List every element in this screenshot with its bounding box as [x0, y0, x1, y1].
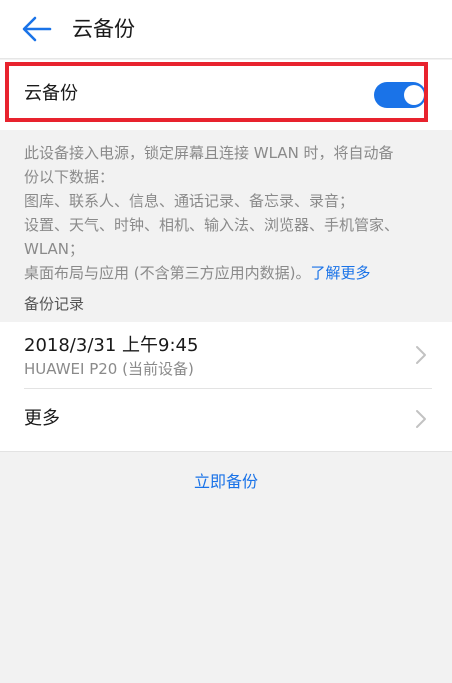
more-records-row[interactable]: 更多 [0, 389, 452, 451]
back-button[interactable] [20, 14, 54, 44]
page-title: 云备份 [72, 17, 135, 41]
backup-records-header: 备份记录 [24, 295, 85, 313]
backup-description: 此设备接入电源，锁定屏幕且连接 WLAN 时，将自动备 份以下数据： 图库、联系… [24, 141, 432, 285]
backup-record-row[interactable]: 2018/3/31 上午9:45 HUAWEI P20 (当前设备) [0, 322, 452, 388]
learn-more-link[interactable]: 了解更多 [310, 264, 370, 282]
description-line: WLAN； [24, 240, 85, 258]
description-line: 份以下数据： [24, 168, 115, 186]
description-line: 此设备接入电源，锁定屏幕且连接 WLAN 时，将自动备 [24, 144, 394, 162]
toggle-knob [404, 85, 424, 105]
list-bottom-divider [0, 451, 452, 452]
backup-now-button[interactable]: 立即备份 [156, 468, 296, 496]
record-device: HUAWEI P20 (当前设备) [24, 360, 194, 378]
more-label: 更多 [24, 408, 60, 429]
description-text: 桌面布局与应用 (不含第三方应用内数据)。 [24, 264, 311, 282]
description-line: 图库、联系人、信息、通话记录、备忘录、录音； [24, 192, 355, 210]
chevron-right-icon [416, 410, 426, 428]
cloud-backup-label: 云备份 [24, 83, 78, 104]
arrow-left-icon [22, 16, 52, 42]
cloud-backup-toggle[interactable] [374, 82, 426, 108]
description-line: 设置、天气、时钟、相机、输入法、浏览器、手机管家、 [24, 216, 400, 234]
top-app-bar: 云备份 [0, 0, 452, 59]
record-date: 2018/3/31 上午9:45 [24, 335, 199, 356]
chevron-right-icon [416, 346, 426, 364]
description-line-last: 桌面布局与应用 (不含第三方应用内数据)。了解更多 [24, 261, 432, 285]
